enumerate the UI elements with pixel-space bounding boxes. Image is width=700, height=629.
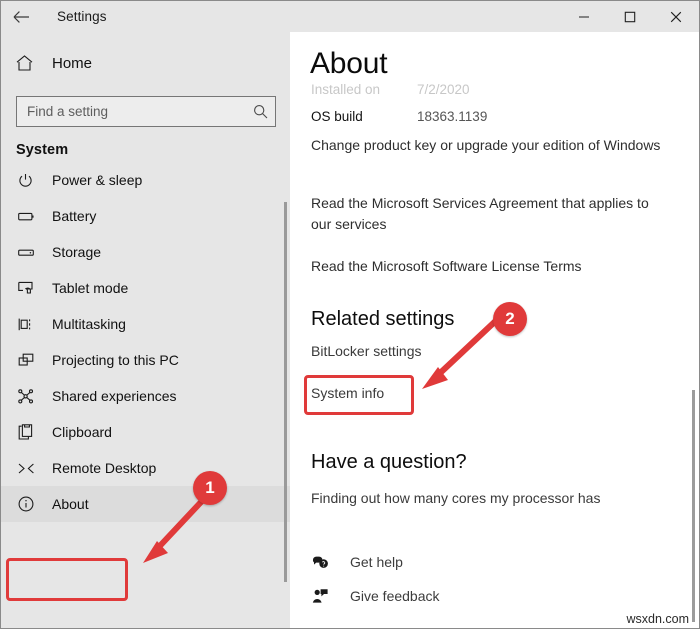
processor-cores-question-link[interactable]: Finding out how many cores my processor … [311,490,671,506]
sidebar-item-label: Remote Desktop [52,460,157,476]
close-icon [670,11,682,23]
sidebar-item-multitasking[interactable]: Multitasking [1,306,290,342]
sidebar-group-title: System [16,142,69,158]
sidebar-scrollbar[interactable] [284,202,287,582]
spec-key: OS build [311,109,363,124]
main-scrollbar[interactable] [692,390,695,622]
home-icon [16,55,42,71]
sidebar-item-label: Clipboard [52,424,112,440]
sidebar-item-label: Battery [52,208,97,224]
sidebar-item-label: Multitasking [52,316,126,332]
give-feedback-icon [312,588,334,604]
sidebar-home-label: Home [52,54,93,72]
info-icon [18,496,40,512]
sidebar-item-battery[interactable]: Battery [1,198,290,234]
sidebar: Home System Power & sleep [1,32,290,628]
sidebar-item-remote-desktop[interactable]: Remote Desktop [1,450,290,486]
get-help-label: Get help [350,554,403,570]
shared-experiences-icon [18,388,40,404]
get-help-icon [312,555,334,570]
sidebar-item-label: Projecting to this PC [52,352,179,368]
sidebar-item-about[interactable]: About [1,486,290,522]
sidebar-item-shared-experiences[interactable]: Shared experiences [1,378,290,414]
back-arrow-icon [13,10,30,24]
minimize-button[interactable] [561,1,607,32]
give-feedback-row[interactable]: Give feedback [312,588,440,604]
sidebar-item-projecting-to-this-pc[interactable]: Projecting to this PC [1,342,290,378]
main-content: Installed on 7/2/2020 OS build 18363.113… [290,32,699,628]
sidebar-item-storage[interactable]: Storage [1,234,290,270]
sidebar-item-label: Storage [52,244,102,260]
battery-icon [18,210,40,223]
minimize-icon [578,11,590,23]
have-a-question-heading: Have a question? [311,451,467,473]
power-icon [18,173,40,188]
related-setting-bitlocker-settings[interactable]: BitLocker settings [311,343,422,359]
related-settings-heading: Related settings [311,308,455,330]
sidebar-item-home[interactable]: Home [1,44,290,82]
title-bar: Settings [1,1,699,32]
back-button[interactable] [1,1,41,32]
give-feedback-label: Give feedback [350,588,440,604]
multitasking-icon [18,317,40,332]
sidebar-item-tablet-mode[interactable]: Tablet mode [1,270,290,306]
search-input[interactable] [17,104,245,119]
page-title: About [310,44,402,84]
search-icon[interactable] [245,104,275,119]
sidebar-item-label: Shared experiences [52,388,177,404]
tablet-icon [18,281,40,296]
window-controls [561,1,699,32]
sidebar-nav-list: Power & sleep Battery Storage Tablet mod… [1,162,290,522]
annotation-badge-1: 1 [193,471,227,505]
storage-icon [18,246,40,259]
spec-row: Installed on 7/2/2020 [311,82,470,97]
sidebar-item-label: Power & sleep [52,172,143,188]
settings-window: Settings Home Find a setting System Powe… [0,0,700,629]
related-setting-system-info[interactable]: System info [311,385,384,401]
get-help-row[interactable]: Get help [312,554,403,570]
search-box[interactable] [16,96,276,127]
spec-value: 7/2/2020 [417,82,470,97]
software-license-terms-link[interactable]: Read the Microsoft Software License Term… [311,256,661,277]
remote-desktop-icon [18,462,40,475]
sidebar-item-clipboard[interactable]: Clipboard [1,414,290,450]
projecting-icon [18,353,40,368]
sidebar-item-label: About [52,496,89,512]
watermark: wsxdn.com [626,612,689,626]
spec-value: 18363.1139 [417,109,488,124]
spec-key: Installed on [311,82,381,97]
clipboard-icon [18,424,40,440]
sidebar-item-label: Tablet mode [52,280,129,296]
window-title: Settings [57,9,107,24]
maximize-icon [624,11,636,23]
change-product-key-link[interactable]: Change product key or upgrade your editi… [311,135,661,156]
close-button[interactable] [653,1,699,32]
services-agreement-link[interactable]: Read the Microsoft Services Agreement th… [311,193,661,235]
maximize-button[interactable] [607,1,653,32]
spec-row: OS build 18363.1139 [311,109,487,124]
annotation-badge-2: 2 [493,302,527,336]
sidebar-item-power-sleep[interactable]: Power & sleep [1,162,290,198]
